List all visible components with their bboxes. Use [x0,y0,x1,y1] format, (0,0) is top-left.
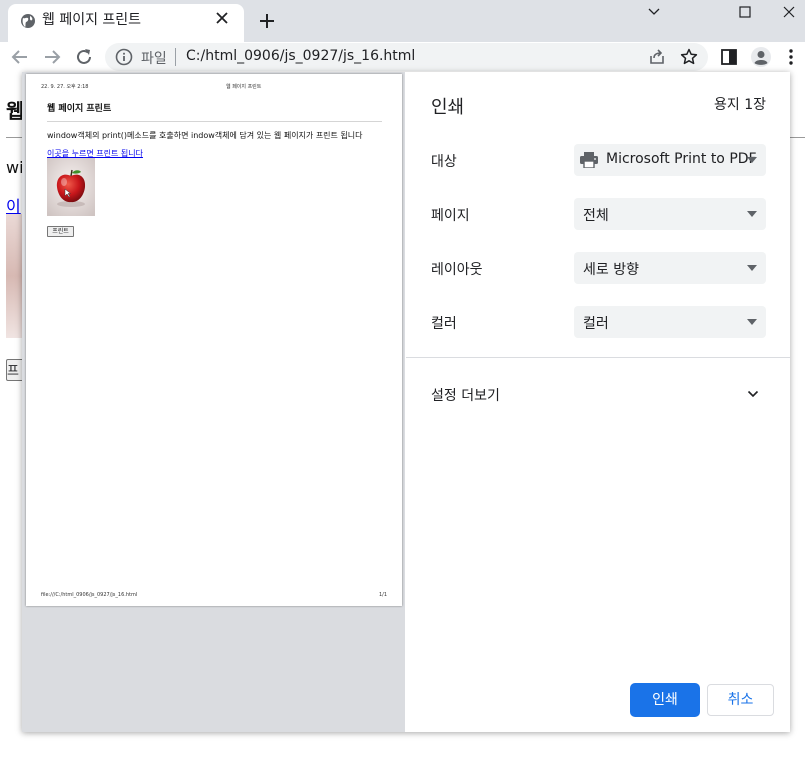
back-icon[interactable] [9,46,31,68]
layout-select[interactable]: 세로 방향 [574,252,766,284]
preview-sheet: 22. 9. 27. 오후 2:18 웹 페이지 프린트 웹 페이지 프린트 w… [26,74,402,606]
close-tab-icon[interactable] [212,8,232,28]
forward-icon[interactable] [41,46,63,68]
color-select[interactable]: 컬러 [574,306,766,338]
color-value: 컬러 [583,316,609,332]
print-dialog-title: 인쇄 [431,97,465,118]
layout-value: 세로 방향 [583,262,639,278]
preview-print-button: 프린트 [47,226,74,237]
dropdown-arrow-icon [747,265,757,271]
profile-icon[interactable] [750,46,772,68]
destination-value: Microsoft Print to PDF [606,151,757,167]
dropdown-arrow-icon [747,319,757,325]
preview-header-title: 웹 페이지 프린트 [226,84,262,90]
printer-icon [580,152,598,168]
sheet-count: 용지 1장 [714,97,766,113]
tab-title: 웹 페이지 프린트 [42,12,142,28]
preview-divider [47,121,382,122]
pages-value: 전체 [583,208,609,224]
preview-footer-page: 1/1 [379,592,388,598]
address-separator [175,48,176,66]
pages-select[interactable]: 전체 [574,198,766,230]
share-icon[interactable] [647,47,667,67]
layout-label: 레이아웃 [431,262,483,278]
apple-image [47,158,95,216]
globe-icon [21,14,35,28]
address-scheme: 파일 [141,51,167,67]
dropdown-arrow-icon [747,211,757,217]
print-button[interactable]: 인쇄 [631,684,699,716]
star-icon[interactable] [679,47,699,67]
cancel-button[interactable]: 취소 [707,684,774,716]
settings-divider [406,357,790,358]
more-menu-icon[interactable] [784,47,798,67]
chevron-down-icon[interactable] [745,386,761,402]
destination-select[interactable]: Microsoft Print to PDF [574,144,766,176]
info-icon[interactable] [115,48,133,66]
preview-footer-url: file:///C:/html_0906/js_0927/js_16.html [41,592,138,598]
reload-icon[interactable] [73,46,95,68]
color-label: 컬러 [431,316,457,332]
side-panel-icon[interactable] [719,47,739,67]
address-url[interactable]: C:/html_0906/js_0927/js_16.html [186,48,415,64]
preview-header-date: 22. 9. 27. 오후 2:18 [41,84,89,90]
maximize-icon[interactable] [734,2,756,22]
more-settings-toggle[interactable]: 설정 더보기 [431,385,500,405]
page-text: wi [6,158,24,177]
new-tab-icon[interactable] [257,11,277,31]
window-close-icon[interactable] [778,2,800,22]
dropdown-arrow-icon [747,157,757,163]
destination-label: 대상 [431,154,457,170]
preview-body-text: window객체의 print()메소드를 호출하면 indow객체에 담겨 있… [47,131,363,140]
pages-label: 페이지 [431,208,470,224]
preview-title: 웹 페이지 프린트 [47,104,112,114]
chevron-down-icon[interactable] [643,3,665,21]
